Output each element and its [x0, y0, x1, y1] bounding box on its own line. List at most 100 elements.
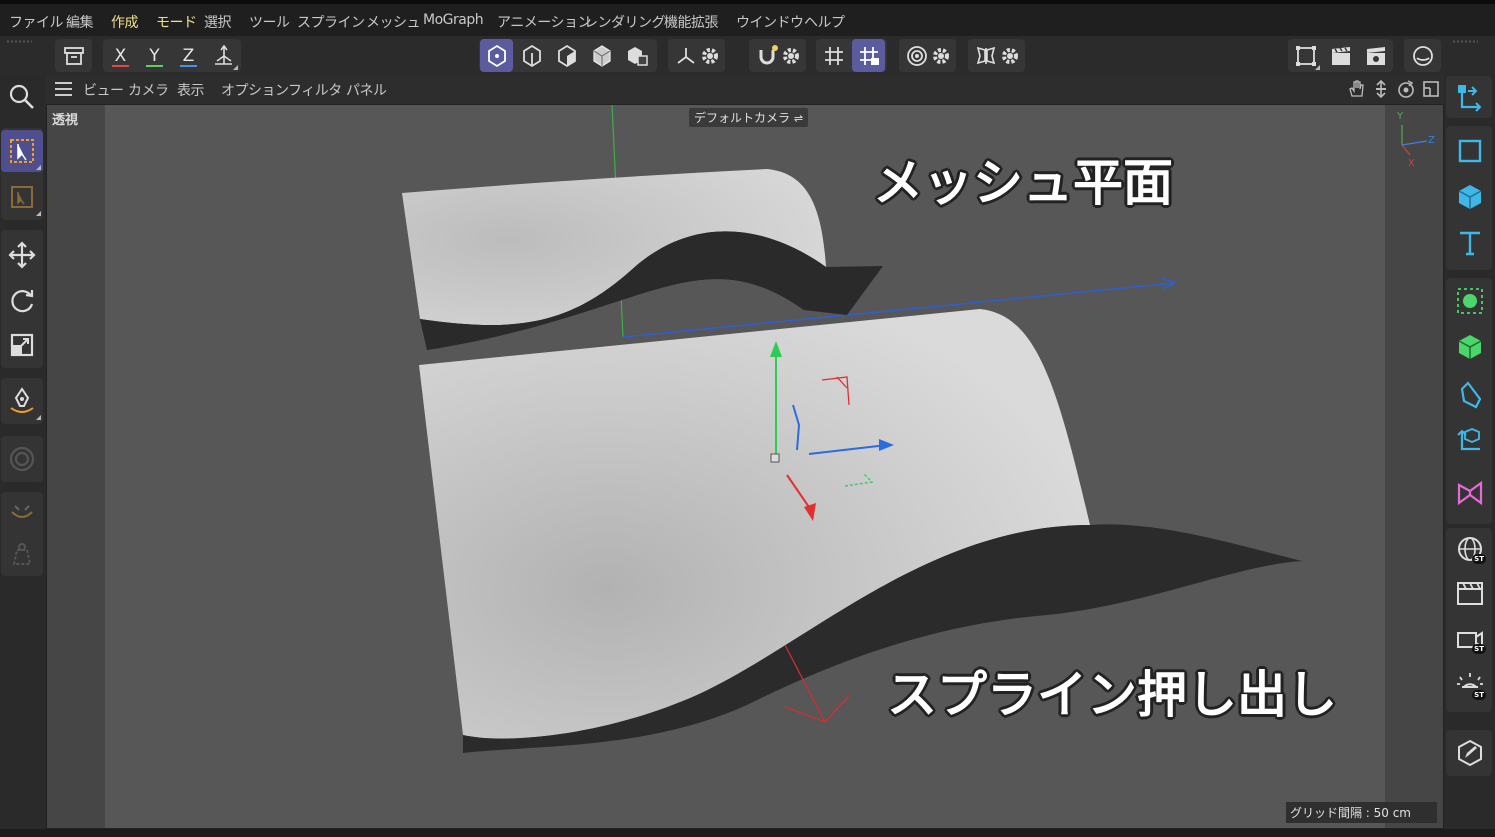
primitives-group [1446, 126, 1492, 270]
maximize-view-icon[interactable] [1421, 79, 1441, 99]
weight-icon [12, 543, 32, 565]
weight-button[interactable] [1, 534, 43, 576]
menu-edit[interactable]: 編集 [66, 12, 94, 32]
edit-group [1446, 730, 1492, 776]
dropdown-corner [36, 165, 41, 170]
scale-button[interactable] [1, 324, 43, 366]
menu-file[interactable]: ファイル [9, 12, 64, 32]
menu-create[interactable]: 作成 [111, 12, 139, 32]
menu-mode[interactable]: モード [156, 12, 197, 32]
rotate-button[interactable] [1, 280, 43, 322]
viewport-menu-options[interactable]: オプション [221, 80, 289, 100]
cube-button[interactable] [1449, 176, 1491, 218]
snap-settings-button[interactable] [776, 39, 806, 72]
overlay-title-spline-extrude: スプライン押し出し [887, 666, 1337, 724]
camera-label-text: デフォルトカメラ [694, 111, 791, 125]
lock-z-button[interactable]: Z [172, 39, 205, 72]
locked-workplane-button[interactable] [852, 39, 885, 72]
hamburger-icon[interactable] [55, 82, 72, 96]
mesh-mode-button[interactable] [515, 39, 548, 72]
search-button[interactable] [1, 76, 43, 118]
frame-selection-button[interactable] [1, 176, 43, 218]
redshift-group [1404, 39, 1441, 72]
menu-select[interactable]: 選択 [204, 12, 232, 32]
subdivision-button[interactable] [1449, 280, 1491, 322]
pen-button[interactable] [1, 380, 43, 422]
model-mode-button[interactable] [480, 39, 513, 72]
cloner-button[interactable] [1449, 418, 1491, 460]
undo-button[interactable] [57, 39, 90, 72]
menu-tools[interactable]: ツール [249, 12, 290, 32]
move-button[interactable] [1, 234, 43, 276]
menu-help[interactable]: ヘルプ [804, 12, 845, 32]
toolbar-grip[interactable] [6, 40, 32, 43]
sky-button[interactable]: ST [1449, 528, 1491, 570]
render-settings-button[interactable] [1359, 39, 1392, 72]
axis-lock-group: X Y Z [103, 39, 241, 72]
interactive-render-button[interactable] [1406, 39, 1439, 72]
workplane-button[interactable] [817, 39, 850, 72]
move-icon [8, 241, 36, 269]
menu-extensions[interactable]: 機能拡張 [664, 12, 719, 32]
extrude-button[interactable] [1449, 326, 1491, 368]
soft-selection-group [1, 436, 43, 482]
toolbar-grip-right[interactable] [1452, 40, 1478, 43]
cube-solid-icon [592, 44, 611, 67]
menu-render[interactable]: レンダリング [584, 12, 666, 32]
viewport-menu-filter[interactable]: フィルタ [288, 80, 342, 100]
menu-animation[interactable]: アニメーション [497, 12, 591, 32]
viewport-menu-camera[interactable]: カメラ [128, 80, 169, 100]
plane-button[interactable] [1449, 130, 1491, 172]
3d-viewport[interactable]: Y Z X 透視 デフォルトカメラ ⇌ メッシュ平面 スプライン押し出し グリッ… [46, 104, 1444, 829]
polygon-mode-button[interactable] [585, 39, 618, 72]
deformer-icon [1460, 381, 1482, 409]
lock-y-button[interactable]: Y [138, 39, 171, 72]
status-bar [0, 829, 1495, 837]
menu-mograph[interactable]: MoGraph [423, 12, 484, 28]
symmetry-settings-button[interactable] [995, 39, 1025, 72]
viewport-menu-view[interactable]: ビュー [83, 80, 124, 100]
text-button[interactable] [1449, 222, 1491, 264]
extra-tools-group [1, 492, 43, 576]
cube-half-icon [557, 44, 576, 67]
deformer-button[interactable] [1449, 374, 1491, 416]
archive-icon [63, 46, 84, 65]
camera-link-icon: ⇌ [793, 112, 804, 125]
null-object-button[interactable] [1449, 76, 1491, 118]
lock-x-button[interactable]: X [104, 39, 137, 72]
clapperboard-gear-icon [1366, 46, 1385, 65]
axis-icon [676, 47, 695, 64]
rotate-icon [11, 290, 34, 313]
coordinate-system-button[interactable] [207, 39, 240, 72]
menu-window[interactable]: ウインドウ [736, 12, 804, 32]
menu-spline[interactable]: スプライン [297, 12, 365, 32]
effector-button[interactable] [1449, 472, 1491, 514]
texture-mode-button[interactable] [620, 39, 653, 72]
orbit-icon[interactable] [1396, 79, 1416, 99]
main-toolbar: X Y Z [0, 36, 1495, 76]
light-object-button[interactable]: ST [1449, 664, 1491, 706]
render-region-button[interactable] [1289, 39, 1322, 72]
camera-object-button[interactable]: ST [1449, 618, 1491, 660]
viewport-menu-panel[interactable]: パネル [346, 80, 387, 100]
workplane-group [816, 39, 887, 72]
live-selection-button[interactable] [1, 130, 43, 172]
camera-label[interactable]: デフォルトカメラ ⇌ [689, 108, 809, 127]
menu-mesh[interactable]: メッシュ [366, 12, 421, 32]
soft-selection-button[interactable] [1, 438, 43, 480]
dolly-icon[interactable] [1371, 79, 1391, 99]
render-view-button[interactable] [1324, 39, 1357, 72]
viewport-menu-display[interactable]: 表示 [177, 80, 205, 100]
uv-cube-icon [627, 46, 648, 66]
hand-icon[interactable] [1346, 79, 1366, 99]
mograph-hierarchy-icon [1457, 428, 1480, 451]
axis-settings-button[interactable] [695, 39, 725, 72]
brush-button[interactable] [1, 494, 43, 536]
scale-icon [10, 333, 34, 357]
point-mode-button[interactable] [550, 39, 583, 72]
axis-y-underline [146, 65, 163, 67]
solo-settings-button[interactable] [926, 39, 956, 72]
edit-object-button[interactable] [1449, 732, 1491, 774]
axis-x-underline [112, 65, 129, 67]
render-settings-object-button[interactable] [1449, 572, 1491, 614]
